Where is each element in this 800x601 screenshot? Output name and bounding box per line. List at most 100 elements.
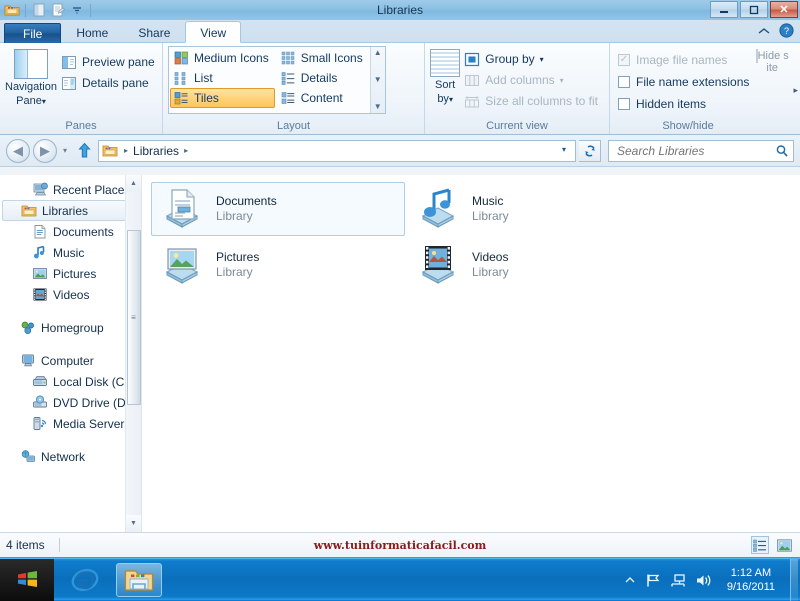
nav-item-local-disk-label: Local Disk (C:) <box>53 375 132 389</box>
search-input[interactable] <box>617 144 775 158</box>
layout-group-label: Layout <box>168 119 419 135</box>
nav-item-music[interactable]: Music <box>0 242 141 263</box>
collapse-ribbon-icon[interactable] <box>757 26 771 36</box>
network-icon[interactable] <box>670 573 686 588</box>
quick-access-toolbar[interactable] <box>0 0 94 20</box>
taskbar-item-internet-explorer[interactable] <box>62 563 108 597</box>
hidden-items-checkbox[interactable] <box>618 98 630 110</box>
volume-icon[interactable] <box>695 573 712 588</box>
nav-item-pictures[interactable]: Pictures <box>0 263 141 284</box>
new-folder-icon[interactable] <box>49 1 67 19</box>
nav-item-libraries[interactable]: Libraries <box>2 200 139 221</box>
layout-gallery-scrollbar[interactable]: ▲ ▼ ▼ <box>370 47 385 113</box>
layout-details[interactable]: Details <box>277 68 369 88</box>
nav-item-homegroup[interactable]: Homegroup <box>0 317 141 338</box>
tab-home[interactable]: Home <box>61 22 123 43</box>
gallery-scroll-up[interactable]: ▲ <box>374 49 382 57</box>
layout-tiles-label: Tiles <box>194 91 219 105</box>
taskbar-clock[interactable]: 1:12 AM 9/16/2011 <box>721 566 781 594</box>
tile-pictures[interactable]: Pictures Library <box>151 238 405 292</box>
window-controls[interactable]: ✕ <box>710 1 798 18</box>
view-buttons[interactable] <box>752 537 792 553</box>
layout-medium-icons[interactable]: Medium Icons <box>170 48 275 68</box>
breadcrumb-item-libraries[interactable]: Libraries <box>133 144 179 158</box>
image-file-names-check[interactable]: ✓ Image file names <box>615 49 749 70</box>
breadcrumb-separator-2[interactable]: ▸ <box>179 146 193 155</box>
search-icon[interactable] <box>775 144 789 158</box>
nav-item-network[interactable]: Network <box>0 446 141 467</box>
properties-icon[interactable] <box>30 1 48 19</box>
nav-item-computer[interactable]: Computer <box>0 350 141 371</box>
nav-scroll-thumb[interactable]: ≡ <box>127 230 141 405</box>
layout-list[interactable]: List <box>170 68 275 88</box>
show-desktop-button[interactable] <box>790 559 798 601</box>
image-file-names-checkbox[interactable]: ✓ <box>618 54 630 66</box>
up-button[interactable] <box>73 139 95 163</box>
recent-locations-caret[interactable]: ▾ <box>60 146 70 155</box>
nav-item-dvd-drive[interactable]: DVD Drive (D:) W <box>0 392 141 413</box>
group-by-button[interactable]: Group by ▾ <box>460 49 604 69</box>
minimize-button[interactable] <box>710 1 738 18</box>
tile-grid: Documents Library <box>150 181 800 293</box>
ribbon-tabs[interactable]: File Home Share View ? <box>0 20 800 43</box>
file-name-extensions-check[interactable]: File name extensions <box>615 71 749 92</box>
preview-pane-button[interactable]: Preview pane <box>57 52 161 72</box>
dvd-drive-icon <box>32 395 48 411</box>
refresh-button[interactable] <box>579 140 601 162</box>
nav-item-media-servers[interactable]: Media Servers <box>0 413 141 434</box>
layout-content[interactable]: Content <box>277 88 369 108</box>
layout-tiles[interactable]: Tiles <box>170 88 275 108</box>
taskbar-item-file-explorer[interactable] <box>116 563 162 597</box>
layout-small-icons[interactable]: Small Icons <box>277 48 369 68</box>
gallery-scroll-down[interactable]: ▼ <box>374 76 382 84</box>
back-button[interactable]: ◀ <box>6 139 30 163</box>
details-pane-button[interactable]: Details pane <box>57 73 161 93</box>
layout-gallery[interactable]: Medium Icons List <box>168 46 386 114</box>
breadcrumb[interactable]: ▸ Libraries ▸ ▾ <box>98 140 576 162</box>
nav-item-local-disk[interactable]: Local Disk (C:) <box>0 371 141 392</box>
maximize-button[interactable] <box>740 1 768 18</box>
forward-button[interactable]: ▶ <box>33 139 57 163</box>
hidden-items-check[interactable]: Hidden items <box>615 93 749 114</box>
gallery-more[interactable]: ▼ <box>374 103 382 111</box>
tab-view[interactable]: View <box>185 21 241 43</box>
show-hidden-icons-button[interactable] <box>624 575 636 585</box>
taskbar: 1:12 AM 9/16/2011 <box>0 558 800 600</box>
nav-item-videos[interactable]: Videos <box>0 284 141 305</box>
tile-documents[interactable]: Documents Library <box>151 182 405 236</box>
title-bar[interactable]: Libraries ✕ <box>0 0 800 20</box>
nav-scroll-up-button[interactable]: ▲ <box>126 175 142 192</box>
large-icons-view-icon[interactable] <box>776 537 792 553</box>
tile-music[interactable]: Music Library <box>407 182 661 236</box>
explorer-icon[interactable] <box>3 1 21 19</box>
tile-pictures-sub: Library <box>216 265 253 279</box>
action-center-flag-icon[interactable] <box>645 573 661 588</box>
navigation-pane-button[interactable]: Navigation Pane▾ <box>5 46 57 108</box>
add-columns-button[interactable]: Add columns ▾ <box>460 70 604 90</box>
nav-scroll-down-button[interactable]: ▼ <box>126 515 142 532</box>
customize-dropdown-icon[interactable] <box>68 1 86 19</box>
add-columns-label: Add columns <box>485 73 554 87</box>
details-view-icon[interactable] <box>752 537 768 553</box>
help-icon[interactable]: ? <box>779 23 794 38</box>
address-dropdown-caret[interactable]: ▾ <box>556 145 572 154</box>
ribbon-controls[interactable]: ? <box>757 23 794 38</box>
file-name-extensions-checkbox[interactable] <box>618 76 630 88</box>
tab-file[interactable]: File <box>4 23 61 43</box>
close-button[interactable]: ✕ <box>770 1 798 18</box>
nav-item-documents[interactable]: Documents <box>0 221 141 242</box>
search-box[interactable] <box>608 140 794 162</box>
panes-options: Preview pane Details pane <box>57 46 161 93</box>
start-orb-icon[interactable] <box>0 559 54 601</box>
navigation-pane-scrollbar[interactable]: ▲ ≡ ▼ <box>125 175 141 532</box>
size-columns-button[interactable]: Size all columns to fit <box>460 91 604 111</box>
breadcrumb-separator-1[interactable]: ▸ <box>119 146 133 155</box>
file-list[interactable]: Documents Library <box>141 175 800 532</box>
tab-share[interactable]: Share <box>123 22 185 43</box>
nav-item-recent-places[interactable]: Recent Places <box>0 179 141 200</box>
hide-selected-items-button[interactable]: Hide s ite <box>749 46 795 74</box>
nav-scroll-track[interactable]: ≡ <box>126 192 142 515</box>
tile-videos[interactable]: Videos Library <box>407 238 661 292</box>
ribbon-overflow-arrow[interactable]: ▸ <box>793 85 798 96</box>
sort-by-button[interactable]: Sort by▾ <box>430 46 460 106</box>
